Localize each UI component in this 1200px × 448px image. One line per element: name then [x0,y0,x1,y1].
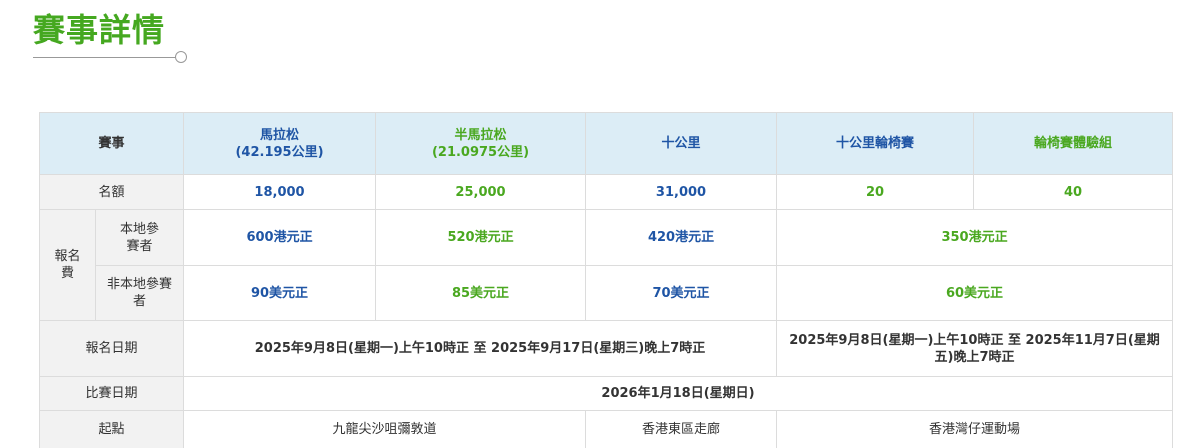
registration-row: 報名日期 2025年9月8日(星期一)上午10時正 至 2025年9月17日(星… [38,320,1174,377]
title-underline [33,57,176,58]
header-wheelchair-experience: 輪椅賽體驗組 [973,112,1174,175]
header-half-marathon: 半馬拉松 (21.0975公里) [375,112,587,175]
quota-label: 名額 [38,174,185,210]
start-10k: 香港東區走廊 [585,410,778,448]
quota-marathon: 18,000 [183,174,377,210]
fee-local-row: 報名費 本地參賽者 600港元正 520港元正 420港元正 350港元正 [39,209,1174,321]
fee-local-10k: 420港元正 [585,209,778,266]
header-event-label: 賽事 [38,112,185,175]
race-date-row: 比賽日期 2026年1月18日(星期日) [38,376,1174,411]
quota-10k: 31,000 [585,174,778,210]
fee-nonlocal-label: 非本地參賽者 [94,265,185,321]
half-marathon-distance: (21.0975公里) [431,144,530,160]
fee-nonlocal-marathon: 90美元正 [183,265,377,321]
fee-nonlocal-row: 非本地參賽者 90美元正 85美元正 70美元正 60美元正 [40,265,1174,321]
start-wheelchair: 香港灣仔運動場 [776,410,1174,448]
race-date-label: 比賽日期 [38,376,185,411]
fee-local-label: 本地參賽者 [94,209,185,266]
marathon-name: 馬拉松 [260,127,300,143]
fee-nonlocal-wheelchair-group: 60美元正 [776,265,1174,321]
fee-local-marathon: 600港元正 [183,209,377,266]
marathon-distance: (42.195公里) [235,144,324,160]
fee-local-half-marathon: 520港元正 [375,209,587,266]
registration-date-wheelchair: 2025年9月8日(星期一)上午10時正 至 2025年11月7日(星期五)晚上… [776,320,1174,377]
table-header-row: 賽事 馬拉松 (42.195公里) 半馬拉松 (21.0975公里) 十公里 十… [38,112,1174,175]
fee-local-wheelchair-group: 350港元正 [776,209,1174,266]
start-label: 起點 [38,410,185,448]
fee-nonlocal-half-marathon: 85美元正 [375,265,587,321]
quota-row: 名額 18,000 25,000 31,000 20 40 [38,174,1174,210]
start-point-row: 起點 九龍尖沙咀彌敦道 香港東區走廊 香港灣仔運動場 [38,410,1174,448]
section-heading: 賽事詳情 [33,10,203,66]
page-title: 賽事詳情 [33,11,166,49]
fee-nonlocal-10k: 70美元正 [585,265,778,321]
race-date-value: 2026年1月18日(星期日) [183,376,1174,411]
race-details-table: 賽事 馬拉松 (42.195公里) 半馬拉松 (21.0975公里) 十公里 十… [38,112,1174,448]
quota-half-marathon: 25,000 [375,174,587,210]
registration-date-main: 2025年9月8日(星期一)上午10時正 至 2025年9月17日(星期三)晚上… [183,320,778,377]
header-marathon: 馬拉松 (42.195公里) [183,112,377,175]
fee-label: 報名費 [39,209,96,321]
half-marathon-name: 半馬拉松 [454,127,507,143]
header-10k: 十公里 [585,112,778,175]
start-main: 九龍尖沙咀彌敦道 [183,410,587,448]
registration-label: 報名日期 [38,320,185,377]
quota-10k-wheelchair: 20 [776,174,975,210]
title-circle-ornament [175,51,187,63]
quota-wheelchair-experience: 40 [973,174,1174,210]
header-10k-wheelchair: 十公里輪椅賽 [776,112,975,175]
